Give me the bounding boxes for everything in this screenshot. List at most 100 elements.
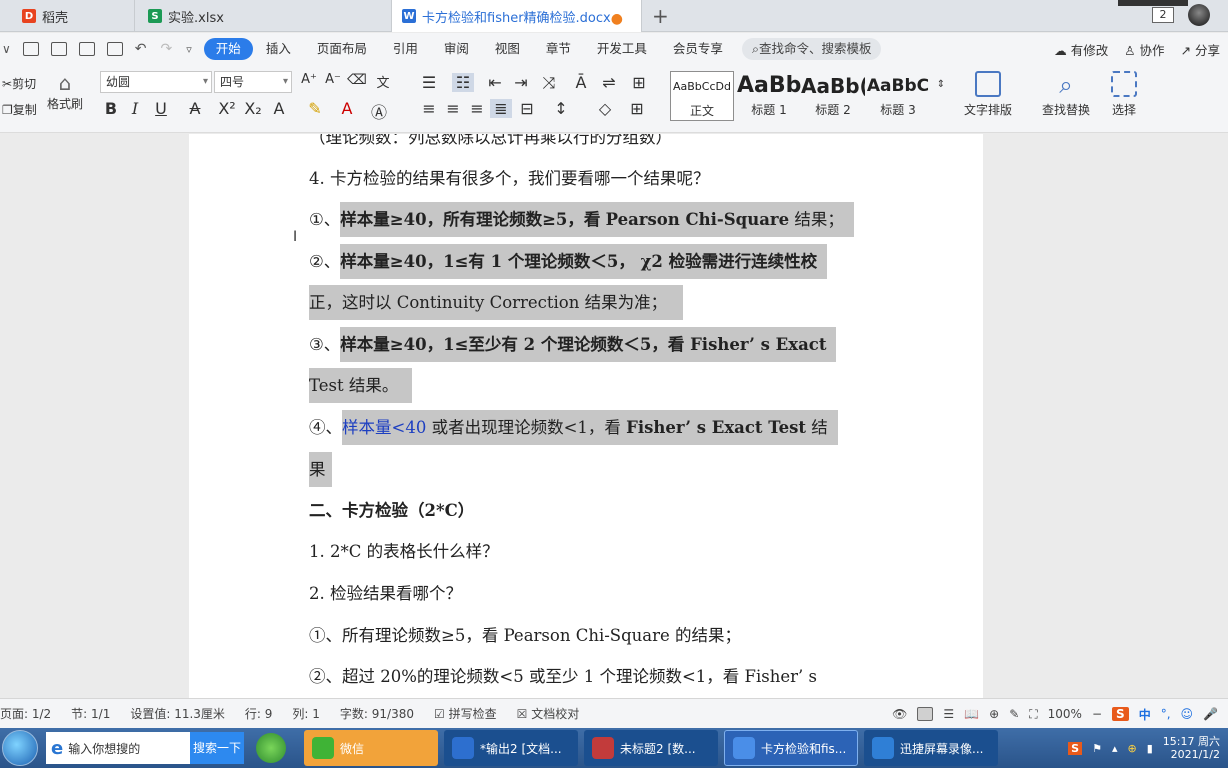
- bold-icon[interactable]: B: [100, 99, 122, 118]
- increase-indent-icon[interactable]: ⇥: [510, 73, 532, 92]
- align-right-icon[interactable]: ≡: [466, 99, 488, 118]
- status-words[interactable]: 字数: 91/380: [330, 705, 424, 722]
- align-left-icon[interactable]: ≡: [418, 99, 440, 118]
- punct-icon[interactable]: °,: [1161, 707, 1171, 721]
- menu-page-layout[interactable]: 页面布局: [304, 38, 380, 60]
- fit-page-icon[interactable]: ⛶: [1029, 707, 1037, 722]
- sogou-ime-icon[interactable]: S: [1112, 707, 1129, 721]
- window-count-button[interactable]: 2: [1152, 7, 1174, 23]
- tray-flag-icon[interactable]: ⚑: [1092, 742, 1102, 755]
- outline-view-icon[interactable]: ☰: [943, 707, 954, 721]
- proofread-button[interactable]: ☒ 文档校对: [507, 705, 590, 722]
- superscript-icon[interactable]: X²: [216, 99, 238, 118]
- customize-icon[interactable]: ▿: [186, 43, 192, 56]
- show-marks-icon[interactable]: ⊞: [628, 73, 650, 92]
- align-center-icon[interactable]: ≡: [442, 99, 464, 118]
- find-replace-button[interactable]: ⌕ 查找替换: [1036, 71, 1096, 118]
- taskbar-app-recorder[interactable]: 迅捷屏幕录像...: [864, 730, 998, 766]
- bullet-list-icon[interactable]: ☰: [418, 73, 440, 92]
- text-direction-icon[interactable]: Ā: [570, 73, 592, 92]
- pen-icon[interactable]: ✎: [1009, 707, 1019, 721]
- phonetic-icon[interactable]: 文: [372, 72, 394, 91]
- taskbar-search-button[interactable]: 搜索一下: [190, 732, 244, 764]
- taskbar-search-input[interactable]: e 输入你想搜的: [46, 732, 190, 764]
- undo-icon[interactable]: ↶: [135, 41, 147, 57]
- select-button[interactable]: 选择: [1104, 71, 1144, 118]
- output-icon[interactable]: [50, 42, 67, 56]
- font-color-icon[interactable]: A: [336, 99, 358, 118]
- style-heading-2[interactable]: AaBb( 标题 2: [801, 71, 865, 121]
- font-size-select[interactable]: 四号: [214, 71, 292, 93]
- style-heading-1[interactable]: AaBb 标题 1: [737, 71, 801, 121]
- save-icon[interactable]: [22, 42, 39, 56]
- clock[interactable]: 15:17 周六 2021/1/2: [1163, 735, 1220, 761]
- microphone-icon[interactable]: 🎤: [1203, 707, 1218, 721]
- sort-icon[interactable]: ⇌: [598, 73, 620, 92]
- emoji-icon[interactable]: ☺: [1181, 707, 1194, 721]
- tab-docx[interactable]: W 卡方检验和fisher精确检验.docx ●: [392, 0, 642, 32]
- zoom-out-icon[interactable]: −: [1092, 707, 1102, 721]
- start-button[interactable]: [2, 730, 38, 766]
- char-border-icon[interactable]: Ⓐ: [368, 99, 390, 123]
- share-button[interactable]: ↗ 分享: [1181, 40, 1220, 59]
- taskbar-app-untitled[interactable]: 未标题2 [数...: [584, 730, 718, 766]
- menu-chapter[interactable]: 章节: [533, 38, 584, 60]
- print-icon[interactable]: [78, 42, 95, 56]
- copy-button[interactable]: ❐复制: [2, 101, 37, 118]
- tray-expand-icon[interactable]: ▴: [1112, 742, 1118, 755]
- taskbar-app-wechat[interactable]: 微信: [304, 730, 438, 766]
- spell-check-button[interactable]: ☑ 拼写检查: [424, 705, 507, 722]
- cut-button[interactable]: ✂剪切: [2, 75, 36, 92]
- menu-member[interactable]: 会员专享: [660, 38, 736, 60]
- redo-icon[interactable]: ↷: [161, 41, 173, 57]
- document-page[interactable]: （理论频数：列总数除以总计再乘以行的分组数） 4. 卡方检验的结果有很多个，我们…: [189, 134, 983, 698]
- sogou-tray-icon[interactable]: S: [1068, 741, 1083, 755]
- network-icon[interactable]: ▮: [1147, 742, 1153, 755]
- style-normal[interactable]: AaBbCcDd 正文: [670, 71, 734, 121]
- justify-icon[interactable]: ≣: [490, 99, 512, 118]
- format-painter-button[interactable]: ⌂ 格式刷: [46, 71, 84, 112]
- font-name-select[interactable]: 幼圆: [100, 71, 212, 93]
- menu-review[interactable]: 审阅: [431, 38, 482, 60]
- web-view-icon[interactable]: ⊕: [989, 707, 999, 721]
- command-search[interactable]: ⌕查找命令、搜索模板: [741, 38, 882, 60]
- new-tab-button[interactable]: +: [652, 4, 669, 28]
- print-preview-icon[interactable]: [106, 42, 123, 56]
- styles-scroll-icon[interactable]: ⇕: [930, 79, 952, 90]
- style-heading-3[interactable]: AaBbC 标题 3: [866, 71, 930, 121]
- page-view-icon[interactable]: [917, 707, 934, 721]
- highlight-icon[interactable]: ✎: [304, 99, 326, 118]
- shading-icon[interactable]: ◇: [594, 99, 616, 118]
- numbered-list-icon[interactable]: ☷: [452, 73, 474, 92]
- tab-xlsx[interactable]: S 实验.xlsx: [136, 0, 392, 32]
- borders-icon[interactable]: ⊞: [626, 99, 648, 118]
- line-spacing-icon[interactable]: ↕: [550, 99, 572, 118]
- text-layout-button[interactable]: 文字排版: [958, 71, 1018, 118]
- taskbar-app-docx[interactable]: 卡方检验和fis...: [724, 730, 858, 766]
- subscript-icon[interactable]: X₂: [242, 99, 264, 118]
- refresh-app-icon[interactable]: [256, 733, 286, 763]
- read-view-icon[interactable]: 📖: [964, 707, 979, 721]
- chinese-layout-icon[interactable]: ⤨: [538, 73, 560, 93]
- menu-reference[interactable]: 引用: [380, 38, 431, 60]
- shrink-font-icon[interactable]: A⁻: [322, 72, 344, 87]
- ime-mode[interactable]: 中: [1139, 706, 1151, 723]
- italic-icon[interactable]: I: [124, 99, 146, 118]
- tray-360-icon[interactable]: ⊕: [1128, 742, 1137, 755]
- has-changes-button[interactable]: ☁ 有修改: [1054, 40, 1108, 59]
- underline-icon[interactable]: U: [150, 99, 172, 118]
- menu-view[interactable]: 视图: [482, 38, 533, 60]
- collaborate-button[interactable]: ♙ 协作: [1124, 40, 1164, 59]
- tab-daoke[interactable]: D 稻壳: [0, 0, 135, 32]
- zoom-level[interactable]: 100%: [1048, 707, 1082, 721]
- decrease-indent-icon[interactable]: ⇤: [484, 73, 506, 92]
- avatar[interactable]: [1188, 4, 1210, 26]
- menu-insert[interactable]: 插入: [253, 38, 304, 60]
- grow-font-icon[interactable]: A⁺: [298, 72, 320, 87]
- strikethrough-icon[interactable]: A: [184, 99, 206, 118]
- menu-start[interactable]: 开始: [203, 38, 253, 60]
- distribute-icon[interactable]: ⊟: [516, 99, 538, 118]
- text-effect-icon[interactable]: A: [268, 99, 290, 118]
- chevron-down-icon[interactable]: ∨: [2, 42, 11, 56]
- document-area[interactable]: （理论频数：列总数除以总计再乘以行的分组数） 4. 卡方检验的结果有很多个，我们…: [0, 134, 1228, 698]
